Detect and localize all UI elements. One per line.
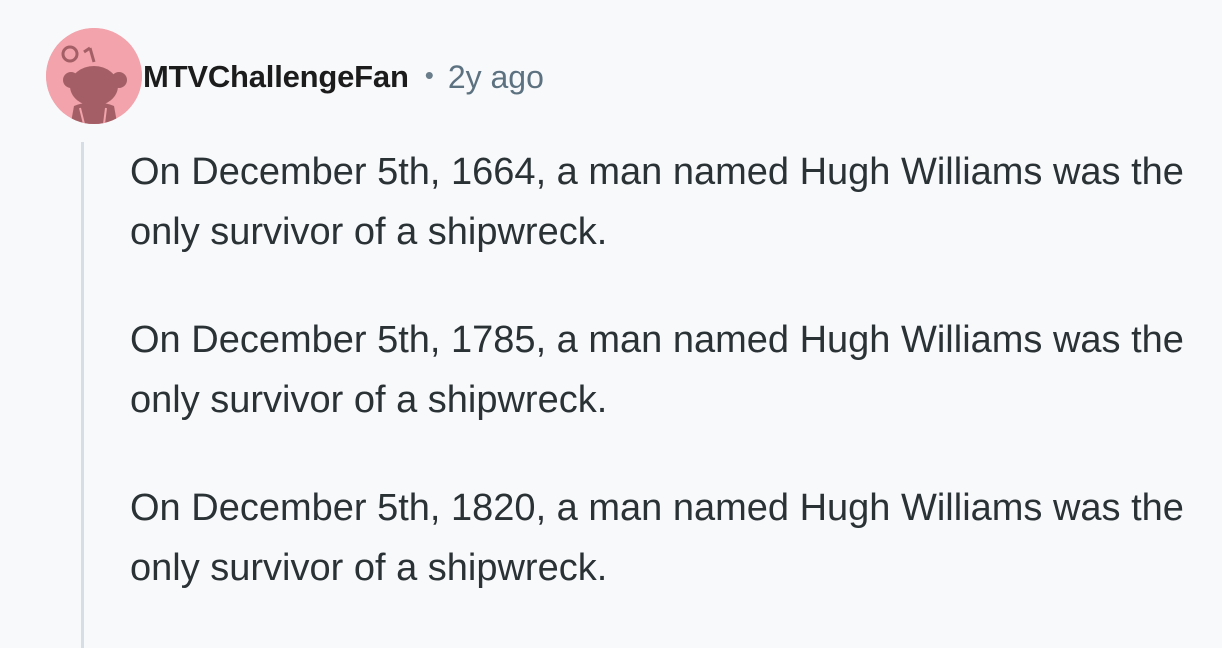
- comment-paragraph: On December 5th, 1664, a man named Hugh …: [130, 151, 1184, 253]
- username-link[interactable]: MTVChallengeFan: [143, 59, 409, 95]
- timestamp[interactable]: 2y ago: [448, 59, 544, 96]
- comment-header: MTVChallengeFan • 2y ago: [143, 52, 544, 102]
- avatar[interactable]: [46, 28, 142, 124]
- thread-collapse-line[interactable]: [81, 142, 84, 648]
- comment-paragraph: On December 5th, 1785, a man named Hugh …: [130, 319, 1184, 421]
- comment: MTVChallengeFan • 2y ago On December 5th…: [0, 0, 1222, 648]
- comment-body: On December 5th, 1664, a man named Hugh …: [130, 142, 1205, 646]
- comment-paragraph: On December 5th, 1820, a man named Hugh …: [130, 487, 1184, 589]
- reddit-snoo-avatar-icon: [46, 28, 142, 124]
- meta-separator: •: [424, 59, 434, 90]
